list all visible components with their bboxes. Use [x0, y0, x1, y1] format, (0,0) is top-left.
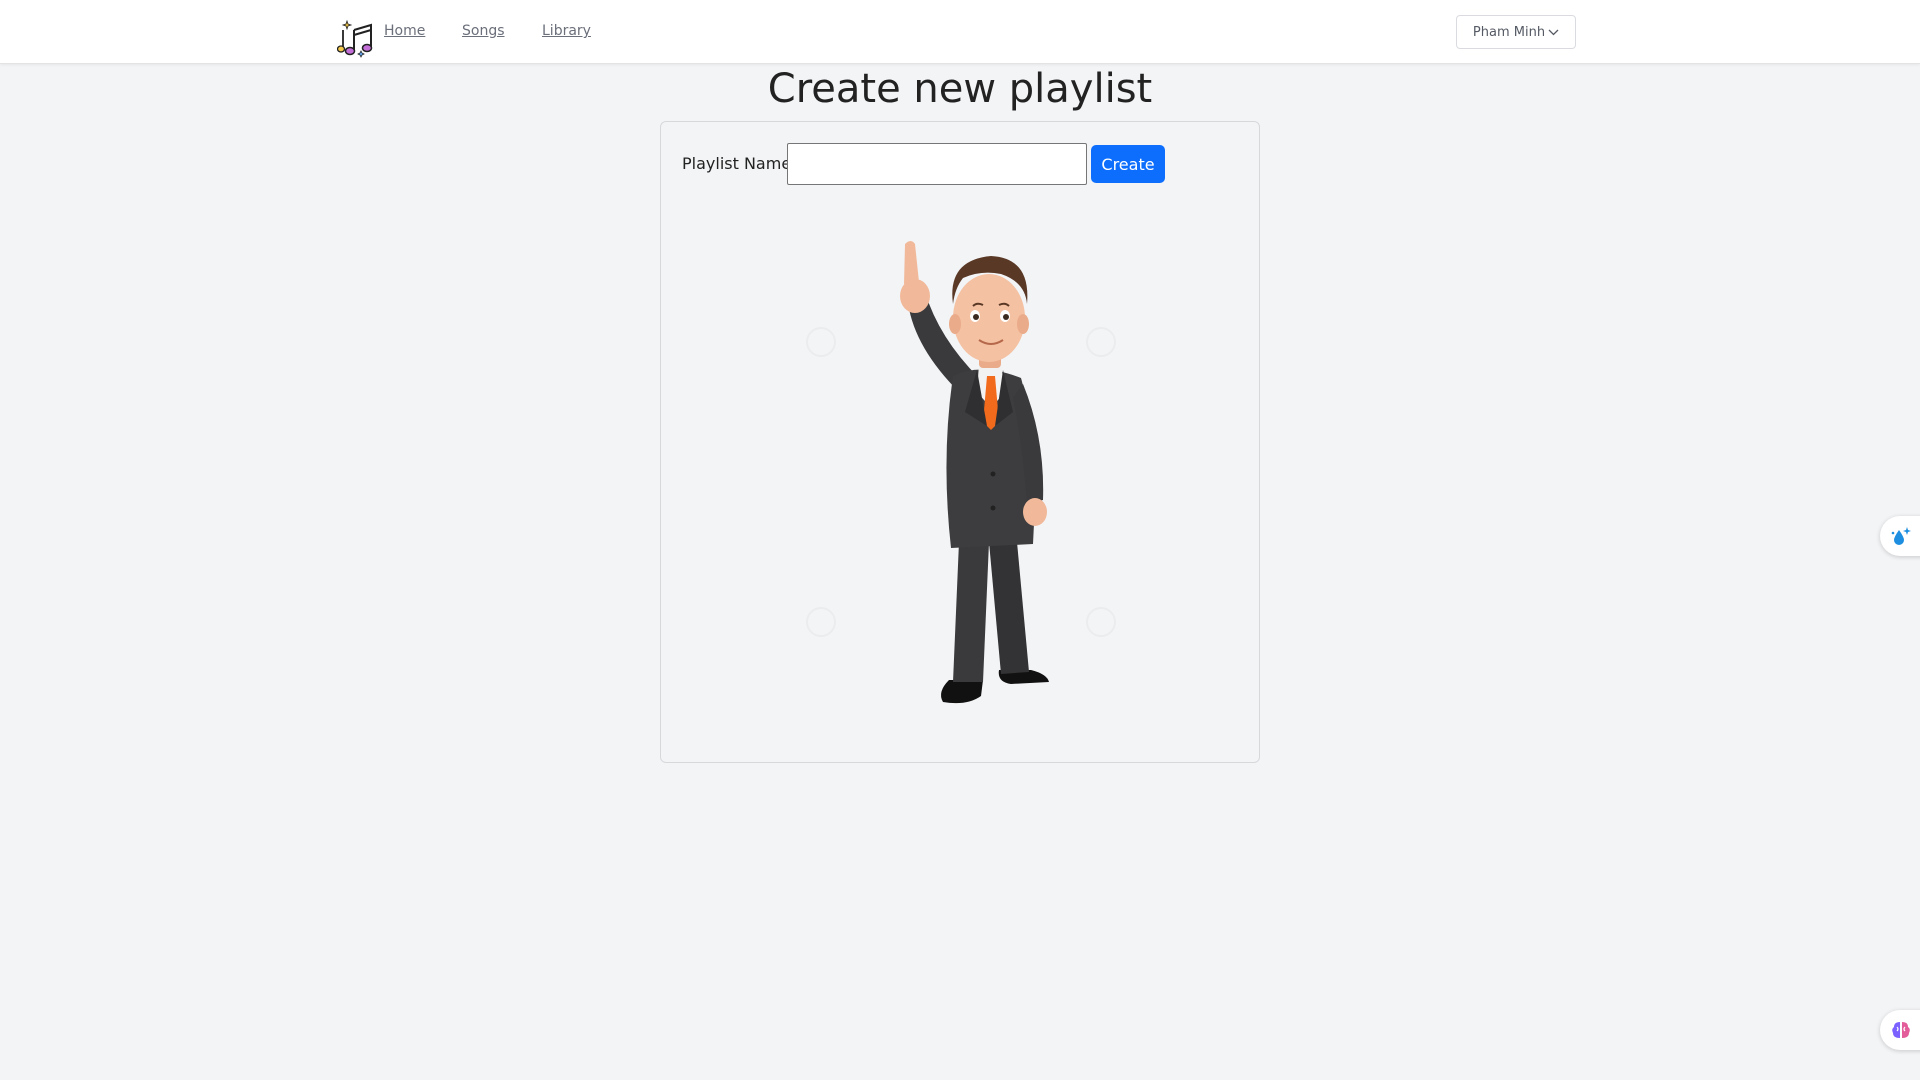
create-playlist-card: Playlist Name: Create	[660, 121, 1260, 763]
businessman-illustration	[806, 241, 1116, 704]
playlist-name-label: Playlist Name:	[682, 154, 797, 173]
create-button[interactable]: Create	[1091, 145, 1165, 183]
nav-link-library[interactable]: Library	[542, 23, 591, 39]
page-title: Create new playlist	[767, 66, 1153, 112]
top-navbar: Home Songs Library Pham Minh	[0, 0, 1920, 64]
user-name-label: Pham Minh	[1472, 24, 1546, 40]
chevron-down-icon	[1548, 29, 1559, 35]
brain-icon	[1892, 1022, 1910, 1038]
nav-link-home[interactable]: Home	[384, 23, 425, 39]
sparkle-drop-icon	[1891, 527, 1911, 545]
playlist-name-input[interactable]	[787, 143, 1087, 185]
nav-link-songs[interactable]: Songs	[462, 23, 505, 39]
ai-side-button[interactable]	[1880, 1010, 1920, 1050]
assistant-side-button[interactable]	[1880, 516, 1920, 556]
user-menu-button[interactable]: Pham Minh	[1456, 15, 1576, 49]
music-notes-icon[interactable]	[337, 18, 377, 58]
